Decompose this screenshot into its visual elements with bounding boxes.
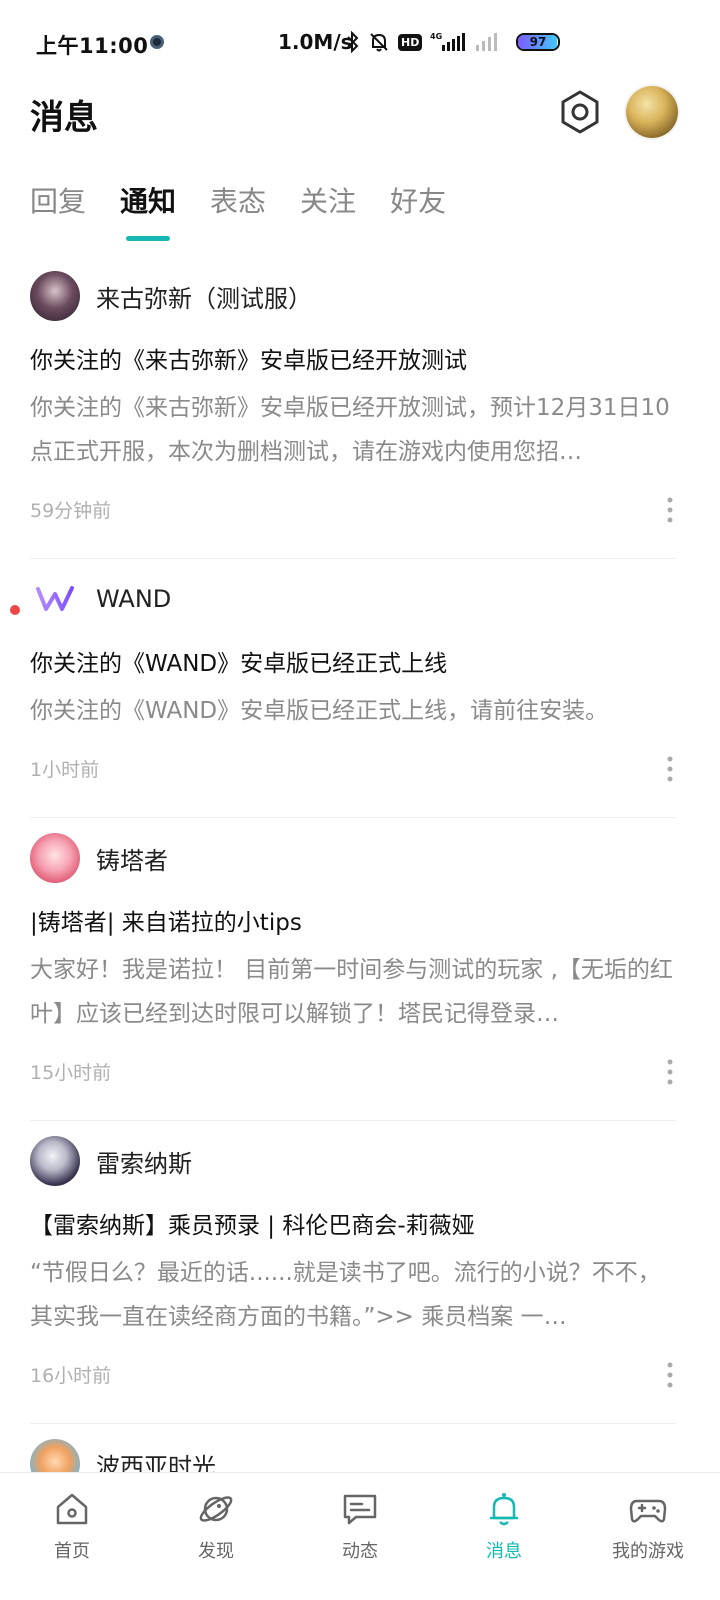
status-bar: 上午11:00 1.0M/s HD 4G 97 (0, 0, 720, 84)
divider (30, 1423, 676, 1424)
battery-icon: 97 (516, 33, 560, 51)
list-item[interactable]: 铸塔者 |铸塔者| 来自诺拉的小tips 大家好！我是诺拉！ 目前第一时间参与测… (0, 830, 720, 1121)
tab-reactions[interactable]: 表态 (210, 180, 266, 240)
network-speed: 1.0M/s (278, 30, 353, 54)
message-header: 铸塔者 (30, 830, 676, 886)
signal-weak-icon (476, 33, 498, 51)
tab-label: 通知 (120, 185, 177, 218)
divider (30, 1120, 676, 1121)
nav-label: 首页 (54, 1541, 90, 1562)
list-item[interactable]: 雷索纳斯 【雷索纳斯】乘员预录 | 科伦巴商会-莉薇娅 “节假日么？最近的话..… (0, 1133, 720, 1424)
message-body: 你关注的《来古弥新》安卓版已经开放测试，预计12月31日10点正式开服，本次为删… (30, 395, 670, 465)
svg-text:4G: 4G (430, 32, 442, 41)
status-icons: HD 4G (346, 28, 502, 56)
message-body: “节假日么？最近的话......就是读书了吧。流行的小说？不不，其实我一直在读经… (30, 1260, 661, 1330)
unread-dot (10, 605, 20, 615)
divider (30, 558, 676, 559)
message-title: |铸塔者| 来自诺拉的小tips (30, 910, 302, 936)
game-avatar[interactable] (30, 271, 80, 321)
message-title: 你关注的《WAND》安卓版已经正式上线 (30, 651, 448, 677)
user-avatar[interactable] (626, 86, 678, 138)
message-body: 你关注的《WAND》安卓版已经正式上线，请前往安装。 (30, 698, 609, 724)
bluetooth-icon (347, 31, 359, 53)
gamepad-icon (629, 1499, 667, 1523)
nav-item-discover[interactable]: 发现 (144, 1473, 288, 1600)
status-time: 上午11:00 (36, 34, 149, 58)
message-footer: 59分钟前 (30, 484, 676, 538)
nav-label: 我的游戏 (612, 1541, 684, 1562)
tab-follow[interactable]: 关注 (300, 180, 356, 240)
nav-item-my-games[interactable]: 我的游戏 (576, 1473, 720, 1600)
message-time: 16小时前 (30, 1365, 112, 1387)
tab-label: 回复 (30, 185, 87, 218)
active-tab-indicator (126, 236, 171, 241)
list-item[interactable]: WAND 你关注的《WAND》安卓版已经正式上线 你关注的《WAND》安卓版已经… (0, 571, 720, 818)
tab-notice[interactable]: 通知 (120, 180, 177, 241)
more-options-icon[interactable] (664, 1058, 676, 1086)
more-options-icon[interactable] (664, 1361, 676, 1389)
message-source[interactable]: WAND (96, 585, 171, 613)
message-tabs: 回复 通知 表态 关注 好友 (30, 180, 446, 241)
tab-label: 好友 (390, 185, 447, 218)
message-title: 你关注的《来古弥新》安卓版已经开放测试 (30, 348, 467, 374)
wand-logo-icon[interactable] (30, 574, 80, 624)
nav-label: 发现 (198, 1541, 234, 1562)
message-list: 来古弥新（测试服） 你关注的《来古弥新》安卓版已经开放测试 你关注的《来古弥新》… (0, 256, 720, 1492)
message-footer: 15小时前 (30, 1046, 676, 1100)
bell-icon (489, 1493, 519, 1526)
more-options-icon[interactable] (664, 755, 676, 783)
page-title: 消息 (30, 98, 98, 138)
tab-label: 关注 (300, 185, 357, 218)
message-time: 59分钟前 (30, 500, 112, 522)
nav-label: 消息 (486, 1541, 522, 1562)
bottom-nav: 首页 发现 动态 消息 我的游戏 (0, 1472, 720, 1600)
battery-level: 97 (529, 35, 547, 49)
nav-item-home[interactable]: 首页 (0, 1473, 144, 1600)
list-item[interactable]: 来古弥新（测试服） 你关注的《来古弥新》安卓版已经开放测试 你关注的《来古弥新》… (0, 268, 720, 559)
tab-label: 表态 (210, 185, 267, 218)
hd-badge: HD (398, 33, 423, 51)
mute-bell-icon (370, 33, 388, 52)
tab-reply[interactable]: 回复 (30, 180, 86, 240)
planet-icon (199, 1496, 233, 1522)
message-title: 【雷索纳斯】乘员预录 | 科伦巴商会-莉薇娅 (30, 1213, 475, 1239)
nav-item-feed[interactable]: 动态 (288, 1473, 432, 1600)
tab-friends[interactable]: 好友 (390, 180, 446, 240)
chat-bubble-icon (343, 1494, 377, 1525)
signal-icon: 4G (430, 32, 466, 51)
settings-hexagon-icon[interactable] (556, 88, 604, 136)
message-source[interactable]: 雷索纳斯 (96, 1144, 192, 1179)
divider (30, 817, 676, 818)
message-time: 15小时前 (30, 1062, 112, 1084)
message-time: 1小时前 (30, 759, 100, 781)
message-header: WAND (30, 571, 676, 627)
message-source[interactable]: 铸塔者 (96, 841, 168, 876)
message-footer: 16小时前 (30, 1349, 676, 1403)
nav-label: 动态 (342, 1541, 378, 1562)
more-options-icon[interactable] (664, 496, 676, 524)
message-header: 来古弥新（测试服） (30, 268, 676, 324)
message-body: 大家好！我是诺拉！ 目前第一时间参与测试的玩家 ,【无垢的红叶】应该已经到达时限… (30, 957, 673, 1027)
nav-item-messages[interactable]: 消息 (432, 1473, 576, 1600)
game-avatar[interactable] (30, 1136, 80, 1186)
game-avatar[interactable] (30, 833, 80, 883)
message-source[interactable]: 来古弥新（测试服） (96, 279, 312, 314)
notification-dot-icon (150, 35, 164, 49)
message-footer: 1小时前 (30, 743, 676, 797)
home-icon (56, 1493, 88, 1525)
message-header: 雷索纳斯 (30, 1133, 676, 1189)
